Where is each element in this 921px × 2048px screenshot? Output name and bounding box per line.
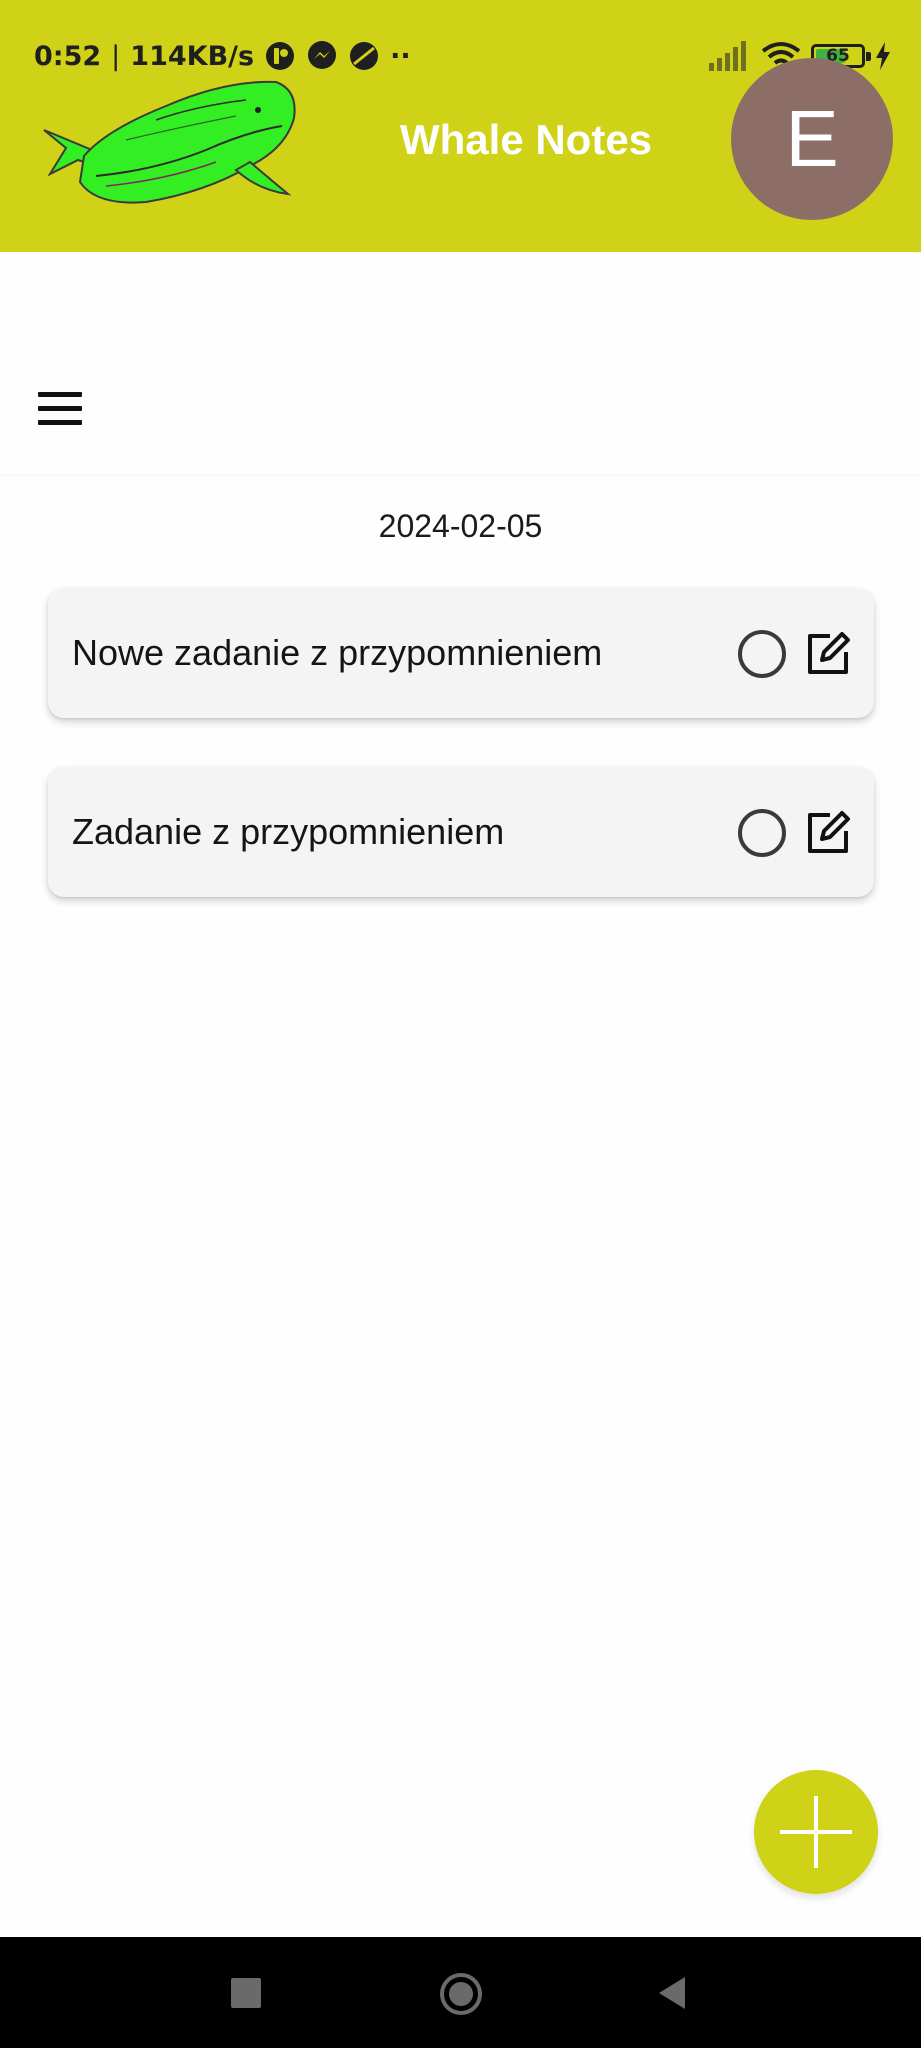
home-circle-icon[interactable] [440,1973,482,2015]
edit-icon[interactable] [802,807,854,859]
menu-bar [38,419,82,425]
task-card[interactable]: Zadanie z przypomnieniem [48,767,874,897]
whale-logo [43,80,296,204]
signal-icon [709,41,746,71]
app-header: 0:52 | 114KB/s ·· 65 Whale Notes E [0,0,921,252]
plus-icon-vertical [814,1796,818,1868]
status-overflow: ·· [390,40,411,72]
task-card[interactable]: Nowe zadanie z przypomnieniem [48,588,874,718]
menu-bar [38,405,82,411]
home-inner-dot [449,1982,473,2006]
task-complete-checkbox[interactable] [738,809,786,857]
status-time: 0:52 [34,40,102,72]
charging-bolt-icon [876,42,890,70]
date-header: 2024-02-05 [378,508,543,544]
toolbar [0,252,921,474]
task-complete-checkbox[interactable] [738,630,786,678]
user-avatar[interactable]: E [731,58,893,220]
task-title: Zadanie z przypomnieniem [72,811,505,852]
screen: 0:52 | 114KB/s ·· 65 Whale Notes E 2024-… [0,0,921,2048]
back-triangle-icon[interactable] [655,1975,689,2011]
browser-icon [350,42,379,70]
app-title: Whale Notes [400,116,653,163]
avatar-initial: E [785,94,839,183]
recents-square-icon[interactable] [231,1978,261,2008]
task-title: Nowe zadanie z przypomnieniem [72,632,603,673]
menu-bar [38,391,82,397]
edit-icon[interactable] [802,628,854,680]
messenger-icon [308,41,337,69]
network-speed: 114KB/s [130,40,255,72]
battery-cap [866,52,871,61]
hamburger-menu-icon[interactable] [30,380,92,436]
status-separator: | [111,40,121,72]
app-notification-icon [266,42,295,70]
add-task-button[interactable] [754,1770,878,1894]
